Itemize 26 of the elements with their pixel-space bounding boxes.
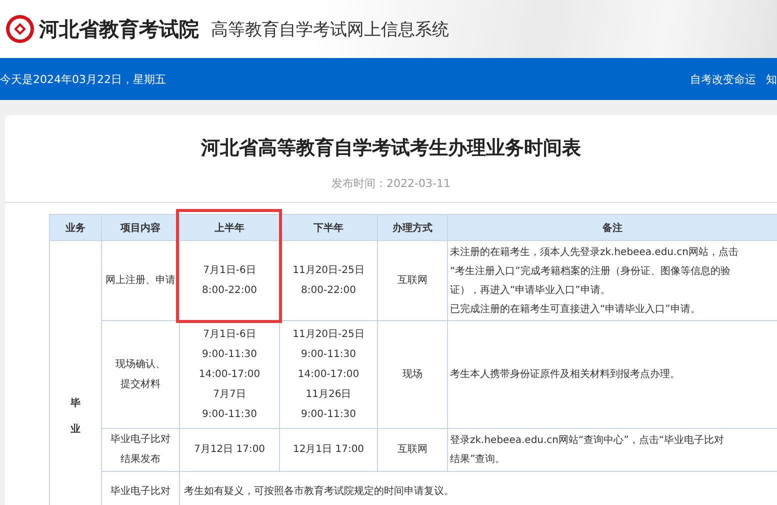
column-header: 办理方式 — [378, 214, 448, 240]
nav-link[interactable]: 自考改变命运 — [690, 72, 756, 86]
table-cell: 毕 业 — [50, 240, 102, 505]
column-header: 上半年 — [180, 214, 280, 240]
table-cell: 7月1日-6日 9:00-11:30 14:00-17:00 7月7日 9:00-11:30 — [180, 320, 280, 428]
org-name: 河北省教育考试院 — [39, 16, 199, 42]
date-text: 今天是2024年03月22日，星期五 — [0, 72, 166, 86]
table-cell: 互联网 — [378, 428, 448, 472]
column-header: 项目内容 — [102, 214, 180, 240]
table-cell: 11月20日-25日 9:00-11:30 14:00-17:00 11月26日 9:00-11:30 — [280, 320, 378, 428]
nav-link[interactable]: 知 — [766, 72, 777, 86]
system-name: 高等教育自学考试网上信息系统 — [211, 18, 449, 40]
emblem-logo-icon — [5, 14, 35, 44]
column-header: 下半年 — [280, 214, 378, 240]
table-cell: 网上注册、申请 — [102, 240, 180, 320]
table-cell: 互联网 — [378, 240, 448, 320]
table-cell: 12月1日 17:00 — [280, 428, 378, 472]
table-cell: 现场确认、 提交材料 — [102, 320, 180, 428]
table-cell: 毕业电子比对 结果发布 — [102, 428, 180, 472]
table-cell: 11月20日-25日 8:00-22:00 — [280, 240, 378, 320]
column-header: 备注 — [448, 214, 777, 240]
publish-time: 发布时间：2022-03-11 — [330, 176, 452, 191]
table-cell: 7月12日 17:00 — [180, 428, 280, 472]
table-cell: 现场 — [378, 320, 448, 428]
column-header: 业务 — [50, 214, 102, 240]
article-title: 河北省高等教育自学考试考生办理业务时间表 — [200, 136, 582, 161]
